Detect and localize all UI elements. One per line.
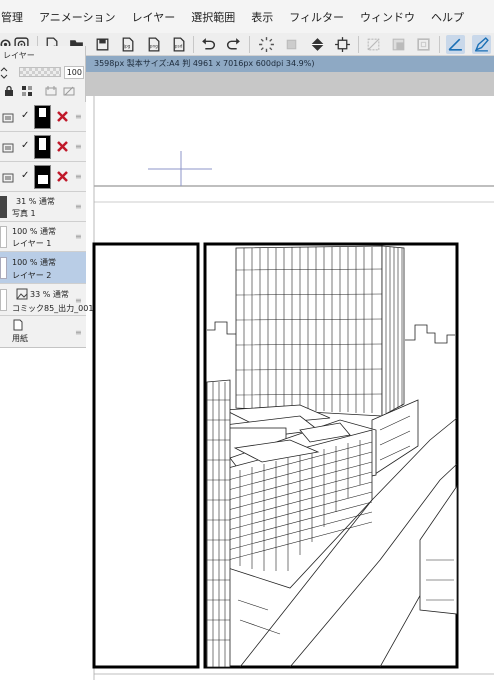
layer-thumbnail xyxy=(0,257,7,279)
layer-opacity-mode: 100 % 通常 xyxy=(12,227,56,236)
layer-panel-title: レイヤー xyxy=(3,51,35,60)
lock-transparency-icon[interactable] xyxy=(20,84,34,98)
layer-row-mask-3[interactable]: ✓ ≡ xyxy=(0,162,86,192)
layer-thumbnail xyxy=(0,289,7,311)
menu-filter[interactable]: フィルター xyxy=(281,9,352,25)
visibility-check-icon[interactable]: ✓ xyxy=(21,170,29,181)
layer-row-layer-1[interactable]: 100 % 通常 レイヤー 1 ≡ xyxy=(0,222,86,252)
layer-opacity-mode: 33 % 通常 xyxy=(30,290,69,299)
mask-icon[interactable] xyxy=(56,140,69,153)
layer-thumbnail xyxy=(0,226,7,248)
drag-handle-icon[interactable]: ≡ xyxy=(75,172,82,181)
drag-handle-icon[interactable]: ≡ xyxy=(75,296,82,305)
layer-name: 用紙 xyxy=(12,334,28,343)
layer-name: レイヤー 1 xyxy=(12,239,52,248)
folder-icon xyxy=(2,143,14,153)
transform-icon[interactable] xyxy=(333,35,352,54)
layer-name: レイヤー 2 xyxy=(12,271,52,280)
layer-property-icons xyxy=(0,83,86,101)
layer-row-photo[interactable]: 31 % 通常 写真 1 ≡ xyxy=(0,192,86,222)
drag-handle-icon[interactable]: ≡ xyxy=(75,328,82,337)
opacity-value[interactable]: 100 xyxy=(64,66,84,79)
layer-thumbnail xyxy=(34,165,51,189)
menu-manage[interactable]: 管理 xyxy=(0,9,31,25)
layer-opacity-mode: 31 % 通常 xyxy=(16,197,55,206)
layer-name: 写真 1 xyxy=(12,209,36,218)
layer-row-mask-2[interactable]: ✓ ≡ xyxy=(0,132,86,162)
visibility-check-icon[interactable]: ✓ xyxy=(21,140,29,151)
redo-icon[interactable] xyxy=(224,35,243,54)
loading-icon[interactable] xyxy=(257,35,276,54)
app-window: 管理 アニメーション レイヤー 選択範囲 表示 フィルター ウィンドウ ヘルプ … xyxy=(0,0,494,680)
export-jpg-icon[interactable]: jpg xyxy=(118,35,137,54)
export-png-icon[interactable]: png xyxy=(144,35,163,54)
folder-icon xyxy=(2,173,14,183)
mask-icon[interactable] xyxy=(56,170,69,183)
menu-view[interactable]: 表示 xyxy=(243,9,281,25)
paper-icon xyxy=(13,319,23,331)
drag-handle-icon[interactable]: ≡ xyxy=(75,232,82,241)
opacity-slider[interactable] xyxy=(19,67,61,77)
visibility-check-icon[interactable]: ✓ xyxy=(21,110,29,121)
menu-window[interactable]: ウィンドウ xyxy=(352,9,423,25)
undo-icon[interactable] xyxy=(199,35,218,54)
raster-layer-icon xyxy=(16,288,28,300)
svg-text:psd: psd xyxy=(175,44,183,50)
deselect-icon[interactable] xyxy=(364,35,383,54)
lock-icon[interactable] xyxy=(2,84,16,98)
layer-panel: レイヤー 100 ✓ ≡ ✓ ≡ ✓ ≡ 31 % 通常 写真 1 ≡ 100 … xyxy=(0,46,93,348)
reference-layer-icon[interactable] xyxy=(62,84,76,98)
invert-selection-icon[interactable] xyxy=(389,35,408,54)
select-border-icon[interactable] xyxy=(414,35,433,54)
layer-thumbnail xyxy=(34,105,51,129)
layer-row-mask-1[interactable]: ✓ ≡ xyxy=(0,102,86,132)
menu-bar: 管理 アニメーション レイヤー 選択範囲 表示 フィルター ウィンドウ ヘルプ xyxy=(0,0,494,33)
menu-selection[interactable]: 選択範囲 xyxy=(183,9,243,25)
export-psd-icon[interactable]: psd xyxy=(169,35,188,54)
svg-text:png: png xyxy=(150,45,158,50)
drag-handle-icon[interactable]: ≡ xyxy=(75,202,82,211)
menu-animation[interactable]: アニメーション xyxy=(31,9,124,25)
save-icon[interactable] xyxy=(93,35,112,54)
clip-layer-icon[interactable] xyxy=(44,84,58,98)
comic-panel-left xyxy=(92,242,200,669)
folder-icon xyxy=(2,113,14,123)
layer-thumbnail xyxy=(34,135,51,159)
clear-layer-icon[interactable] xyxy=(282,35,301,54)
layer-row-paper[interactable]: 用紙 ≡ xyxy=(0,316,86,347)
document-info-text: 3598px 製本サイズ:A4 判 4961 x 7016px 600dpi 3… xyxy=(94,59,315,68)
layer-opacity-mode: 100 % 通常 xyxy=(12,258,56,267)
layer-row-comic-output[interactable]: 33 % 通常 コミック85_出力_001 ≡ xyxy=(0,284,93,316)
mask-icon[interactable] xyxy=(56,110,69,123)
drag-handle-icon[interactable]: ≡ xyxy=(75,112,82,121)
layer-row-layer-2-selected[interactable]: 100 % 通常 レイヤー 2 xyxy=(0,252,86,284)
ruler-snap-icon[interactable] xyxy=(446,35,465,54)
pen-snap-icon[interactable] xyxy=(472,35,491,54)
drag-handle-icon[interactable]: ≡ xyxy=(75,142,82,151)
fill-icon[interactable] xyxy=(308,35,327,54)
opacity-stepper[interactable] xyxy=(0,65,8,79)
layer-thumbnail xyxy=(0,196,7,218)
menu-help[interactable]: ヘルプ xyxy=(423,9,472,25)
svg-text:jpg: jpg xyxy=(123,44,131,50)
menu-layer[interactable]: レイヤー xyxy=(124,9,184,25)
